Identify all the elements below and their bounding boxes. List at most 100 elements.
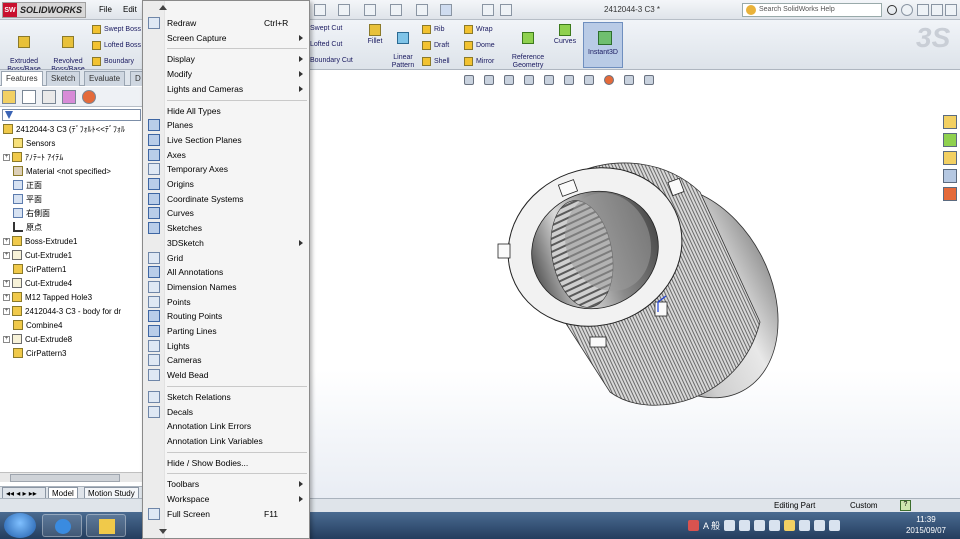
- menu-item-dimension-names[interactable]: Dimension Names: [143, 280, 309, 294]
- search-icon[interactable]: [887, 5, 897, 15]
- instant3d-button[interactable]: Instant3D: [583, 22, 623, 68]
- tree-item[interactable]: +2412044-3 C3 - body for dr: [0, 304, 143, 318]
- minimize-icon[interactable]: [917, 4, 929, 16]
- menu-item-toolbars[interactable]: Toolbars: [143, 477, 309, 491]
- reference-geometry-button[interactable]: Reference Geometry: [508, 24, 548, 70]
- taskbar-file-explorer[interactable]: [86, 514, 126, 537]
- tree-item[interactable]: + Boss-Extrude1: [0, 234, 143, 248]
- menu-item-axes[interactable]: Axes: [143, 148, 309, 162]
- tree-item[interactable]: + Cut-Extrude4: [0, 276, 143, 290]
- appearances-icon[interactable]: [943, 187, 957, 201]
- section-view-icon[interactable]: [524, 75, 534, 85]
- ime-help-icon[interactable]: [754, 519, 766, 531]
- tree-item[interactable]: Combine4: [0, 318, 143, 332]
- tree-item[interactable]: CirPattern1: [0, 262, 143, 276]
- hide-show-items-icon[interactable]: [584, 75, 594, 85]
- menu-item-display[interactable]: Display: [143, 52, 309, 66]
- tree-item[interactable]: 右側面: [0, 206, 143, 220]
- tree-item[interactable]: 平面: [0, 192, 143, 206]
- tab-features[interactable]: Features: [1, 71, 43, 86]
- volume-icon[interactable]: [829, 519, 841, 531]
- tree-item[interactable]: Sensors: [0, 136, 143, 150]
- menu-item-cameras[interactable]: Cameras: [143, 353, 309, 367]
- menu-item-lights[interactable]: Lights: [143, 339, 309, 353]
- swept-cut-button[interactable]: Swept Cut: [310, 25, 342, 32]
- save-icon[interactable]: [364, 4, 376, 16]
- menu-item-routing-points[interactable]: Routing Points: [143, 309, 309, 323]
- draft-button[interactable]: Draft: [422, 41, 449, 50]
- menu-item-annotation-link-variables[interactable]: Annotation Link Variables: [143, 434, 309, 448]
- expand-icon[interactable]: +: [3, 251, 10, 259]
- menu-item-origins[interactable]: Origins: [143, 177, 309, 191]
- menu-item-all-annotations[interactable]: All Annotations: [143, 265, 309, 279]
- menu-item-hide-all-types[interactable]: Hide All Types: [143, 104, 309, 118]
- apply-scene-icon[interactable]: [624, 75, 634, 85]
- curves-button[interactable]: Curves: [550, 24, 580, 46]
- scrollbar-thumb[interactable]: [10, 474, 120, 482]
- restore-icon[interactable]: [931, 4, 943, 16]
- dimxpert-manager-icon[interactable]: [62, 90, 76, 104]
- menu-item-3dsketch[interactable]: 3DSketch: [143, 236, 309, 250]
- menu-item-temporary-axes[interactable]: Temporary Axes: [143, 162, 309, 176]
- tree-item[interactable]: 正面: [0, 178, 143, 192]
- solidworks-resources-icon[interactable]: [943, 115, 957, 129]
- display-style-icon[interactable]: [564, 75, 574, 85]
- design-library-icon[interactable]: [943, 133, 957, 147]
- expand-icon[interactable]: +: [3, 307, 10, 315]
- tree-item[interactable]: + Cut-Extrude8: [0, 332, 143, 346]
- tab-evaluate[interactable]: Evaluate: [84, 71, 126, 86]
- ime-pad-icon[interactable]: [724, 519, 736, 531]
- display-manager-icon[interactable]: [82, 90, 96, 104]
- close-icon[interactable]: [945, 4, 957, 16]
- extruded-boss-button[interactable]: Extruded Boss/Base: [4, 28, 44, 74]
- show-hidden-icons-icon[interactable]: [784, 519, 796, 531]
- quick-tips-icon[interactable]: ?: [900, 500, 911, 511]
- menu-item-workspace[interactable]: Workspace: [143, 492, 309, 506]
- taskbar-clock[interactable]: 11:39 2015/09/07: [896, 514, 956, 536]
- fillet-button[interactable]: Fillet: [364, 24, 386, 46]
- ime-tools-icon[interactable]: [739, 519, 751, 531]
- network-icon[interactable]: [814, 519, 826, 531]
- tree-item[interactable]: CirPattern3: [0, 346, 143, 360]
- menu-item-curves[interactable]: Curves: [143, 206, 309, 220]
- expand-icon[interactable]: +: [3, 335, 10, 343]
- boundary-boss-button[interactable]: Boundary: [92, 57, 134, 66]
- property-manager-icon[interactable]: [22, 90, 36, 104]
- menu-item-hide-show-bodies[interactable]: Hide / Show Bodies...: [143, 456, 309, 470]
- tab-sketch[interactable]: Sketch: [46, 71, 81, 86]
- action-center-icon[interactable]: [799, 519, 811, 531]
- mirror-button[interactable]: Mirror: [464, 57, 494, 66]
- swept-boss-button[interactable]: Swept Boss: [92, 25, 141, 34]
- lofted-cut-button[interactable]: Lofted Cut: [310, 41, 342, 48]
- menu-item-annotation-link-errors[interactable]: Annotation Link Errors: [143, 419, 309, 433]
- menu-item-screen-capture[interactable]: Screen Capture: [143, 31, 309, 45]
- expand-icon[interactable]: +: [3, 237, 10, 245]
- menu-item-decals[interactable]: Decals: [143, 405, 309, 419]
- menu-item-grid[interactable]: Grid: [143, 251, 309, 265]
- feature-manager-icon[interactable]: [2, 90, 16, 104]
- menu-scroll-down-icon[interactable]: [159, 529, 167, 534]
- print-icon[interactable]: [390, 4, 402, 16]
- expand-icon[interactable]: +: [3, 279, 10, 287]
- view-palette-icon[interactable]: [943, 169, 957, 183]
- menu-item-sketches[interactable]: Sketches: [143, 221, 309, 235]
- new-document-icon[interactable]: [314, 4, 326, 16]
- menu-item-planes[interactable]: Planes: [143, 118, 309, 132]
- tray-app-icon[interactable]: [688, 519, 699, 531]
- previous-view-icon[interactable]: [504, 75, 514, 85]
- view-settings-icon[interactable]: [644, 75, 654, 85]
- tree-item[interactable]: + ｱﾉﾃｰﾄ ｱｲﾃﾑ: [0, 150, 143, 164]
- menu-item-coordinate-systems[interactable]: Coordinate Systems: [143, 192, 309, 206]
- taskbar-internet-explorer[interactable]: [42, 514, 82, 537]
- options-icon[interactable]: [500, 4, 512, 16]
- menu-edit[interactable]: Edit: [123, 5, 137, 14]
- open-icon[interactable]: [338, 4, 350, 16]
- menu-item-redraw[interactable]: Redraw Ctrl+R: [143, 16, 309, 30]
- expand-icon[interactable]: +: [3, 293, 10, 301]
- help-search-input[interactable]: Search SolidWorks Help: [742, 3, 897, 17]
- undo-icon[interactable]: [416, 4, 428, 16]
- tree-item[interactable]: + Cut-Extrude1: [0, 248, 143, 262]
- configuration-manager-icon[interactable]: [42, 90, 56, 104]
- dome-button[interactable]: Dome: [464, 41, 495, 50]
- edit-appearance-icon[interactable]: [604, 75, 614, 85]
